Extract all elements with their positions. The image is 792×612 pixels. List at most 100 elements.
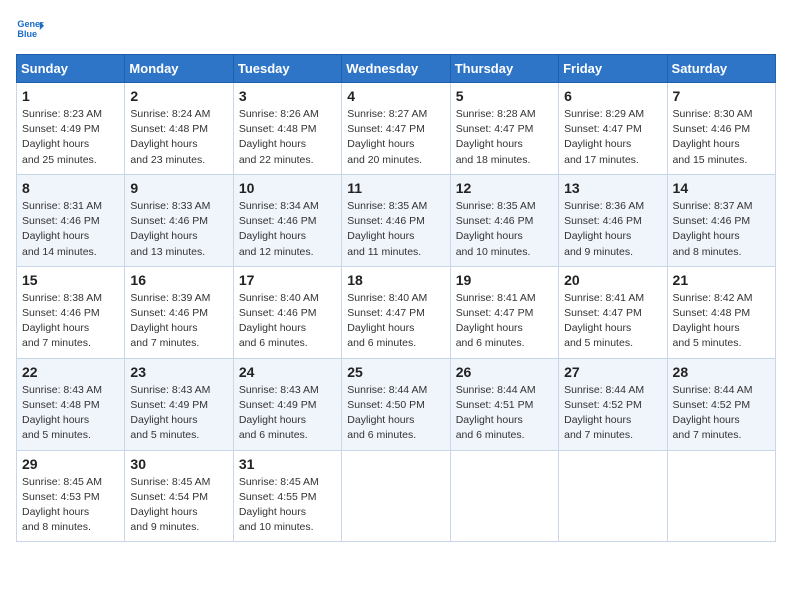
day-number: 24 [239,364,336,380]
calendar-cell: 30 Sunrise: 8:45 AMSunset: 4:54 PMDayligh… [125,450,233,542]
calendar-cell: 8 Sunrise: 8:31 AMSunset: 4:46 PMDaylight… [17,174,125,266]
day-number: 13 [564,180,661,196]
day-number: 30 [130,456,227,472]
day-number: 10 [239,180,336,196]
day-number: 5 [456,88,553,104]
calendar-table: SundayMondayTuesdayWednesdayThursdayFrid… [16,54,776,542]
calendar-cell: 10 Sunrise: 8:34 AMSunset: 4:46 PMDayligh… [233,174,341,266]
day-number: 16 [130,272,227,288]
day-number: 23 [130,364,227,380]
calendar-cell: 12 Sunrise: 8:35 AMSunset: 4:46 PMDayligh… [450,174,558,266]
day-info: Sunrise: 8:42 AMSunset: 4:48 PMDaylight … [673,291,770,352]
day-number: 11 [347,180,444,196]
day-info: Sunrise: 8:36 AMSunset: 4:46 PMDaylight … [564,199,661,260]
day-info: Sunrise: 8:27 AMSunset: 4:47 PMDaylight … [347,107,444,168]
day-number: 19 [456,272,553,288]
calendar-header-thursday: Thursday [450,55,558,83]
day-info: Sunrise: 8:28 AMSunset: 4:47 PMDaylight … [456,107,553,168]
calendar-cell: 7 Sunrise: 8:30 AMSunset: 4:46 PMDaylight… [667,83,775,175]
calendar-header-friday: Friday [559,55,667,83]
day-info: Sunrise: 8:41 AMSunset: 4:47 PMDaylight … [564,291,661,352]
day-info: Sunrise: 8:44 AMSunset: 4:52 PMDaylight … [564,383,661,444]
day-info: Sunrise: 8:45 AMSunset: 4:53 PMDaylight … [22,475,119,536]
calendar-header-tuesday: Tuesday [233,55,341,83]
day-number: 31 [239,456,336,472]
day-info: Sunrise: 8:35 AMSunset: 4:46 PMDaylight … [456,199,553,260]
calendar-cell: 29Sunrise: 8:45 AMSunset: 4:53 PMDayligh… [17,450,125,542]
day-number: 25 [347,364,444,380]
calendar-cell: 2Sunrise: 8:24 AMSunset: 4:48 PMDaylight… [125,83,233,175]
day-info: Sunrise: 8:26 AMSunset: 4:48 PMDaylight … [239,107,336,168]
logo-icon: General Blue [16,16,44,44]
day-number: 17 [239,272,336,288]
day-info: Sunrise: 8:38 AMSunset: 4:46 PMDaylight … [22,291,119,352]
calendar-cell: 26 Sunrise: 8:44 AMSunset: 4:51 PMDayligh… [450,358,558,450]
calendar-cell: 19 Sunrise: 8:41 AMSunset: 4:47 PMDayligh… [450,266,558,358]
day-info: Sunrise: 8:30 AMSunset: 4:46 PMDaylight … [673,107,770,168]
day-number: 9 [130,180,227,196]
day-info: Sunrise: 8:43 AMSunset: 4:48 PMDaylight … [22,383,119,444]
calendar-header-row: SundayMondayTuesdayWednesdayThursdayFrid… [17,55,776,83]
calendar-cell: 5 Sunrise: 8:28 AMSunset: 4:47 PMDaylight… [450,83,558,175]
calendar-cell: 21 Sunrise: 8:42 AMSunset: 4:48 PMDayligh… [667,266,775,358]
calendar-header-monday: Monday [125,55,233,83]
day-info: Sunrise: 8:37 AMSunset: 4:46 PMDaylight … [673,199,770,260]
day-info: Sunrise: 8:34 AMSunset: 4:46 PMDaylight … [239,199,336,260]
calendar-cell [450,450,558,542]
svg-text:Blue: Blue [17,29,37,39]
calendar-cell: 22Sunrise: 8:43 AMSunset: 4:48 PMDayligh… [17,358,125,450]
day-info: Sunrise: 8:44 AMSunset: 4:52 PMDaylight … [673,383,770,444]
calendar-cell: 24 Sunrise: 8:43 AMSunset: 4:49 PMDayligh… [233,358,341,450]
calendar-cell: 15 Sunrise: 8:38 AMSunset: 4:46 PMDayligh… [17,266,125,358]
calendar-cell: 3 Sunrise: 8:26 AMSunset: 4:48 PMDaylight… [233,83,341,175]
day-number: 1 [22,88,119,104]
calendar-week-row: 8 Sunrise: 8:31 AMSunset: 4:46 PMDaylight… [17,174,776,266]
day-info: Sunrise: 8:35 AMSunset: 4:46 PMDaylight … [347,199,444,260]
day-info: Sunrise: 8:41 AMSunset: 4:47 PMDaylight … [456,291,553,352]
page-header: General Blue [16,16,776,44]
calendar-cell: 27 Sunrise: 8:44 AMSunset: 4:52 PMDayligh… [559,358,667,450]
calendar-cell: 28Sunrise: 8:44 AMSunset: 4:52 PMDayligh… [667,358,775,450]
calendar-cell: 14 Sunrise: 8:37 AMSunset: 4:46 PMDayligh… [667,174,775,266]
day-number: 2 [130,88,227,104]
day-number: 21 [673,272,770,288]
day-info: Sunrise: 8:33 AMSunset: 4:46 PMDaylight … [130,199,227,260]
day-number: 14 [673,180,770,196]
day-info: Sunrise: 8:45 AMSunset: 4:54 PMDaylight … [130,475,227,536]
day-info: Sunrise: 8:31 AMSunset: 4:46 PMDaylight … [22,199,119,260]
calendar-cell: 11 Sunrise: 8:35 AMSunset: 4:46 PMDayligh… [342,174,450,266]
calendar-cell: 31 Sunrise: 8:45 AMSunset: 4:55 PMDayligh… [233,450,341,542]
calendar-cell: 20Sunrise: 8:41 AMSunset: 4:47 PMDayligh… [559,266,667,358]
calendar-header-sunday: Sunday [17,55,125,83]
calendar-week-row: 29Sunrise: 8:45 AMSunset: 4:53 PMDayligh… [17,450,776,542]
day-number: 8 [22,180,119,196]
day-number: 12 [456,180,553,196]
day-number: 15 [22,272,119,288]
day-number: 26 [456,364,553,380]
logo: General Blue [16,16,48,44]
day-info: Sunrise: 8:44 AMSunset: 4:51 PMDaylight … [456,383,553,444]
calendar-cell: 16Sunrise: 8:39 AMSunset: 4:46 PMDayligh… [125,266,233,358]
calendar-cell: 6Sunrise: 8:29 AMSunset: 4:47 PMDaylight… [559,83,667,175]
day-number: 3 [239,88,336,104]
day-number: 18 [347,272,444,288]
day-number: 4 [347,88,444,104]
day-info: Sunrise: 8:23 AMSunset: 4:49 PMDaylight … [22,107,119,168]
calendar-cell: 13 Sunrise: 8:36 AMSunset: 4:46 PMDayligh… [559,174,667,266]
calendar-week-row: 1 Sunrise: 8:23 AMSunset: 4:49 PMDaylight… [17,83,776,175]
day-number: 27 [564,364,661,380]
calendar-header-saturday: Saturday [667,55,775,83]
calendar-week-row: 15 Sunrise: 8:38 AMSunset: 4:46 PMDayligh… [17,266,776,358]
calendar-cell: 1 Sunrise: 8:23 AMSunset: 4:49 PMDaylight… [17,83,125,175]
calendar-cell: 9 Sunrise: 8:33 AMSunset: 4:46 PMDaylight… [125,174,233,266]
calendar-cell: 4 Sunrise: 8:27 AMSunset: 4:47 PMDaylight… [342,83,450,175]
day-info: Sunrise: 8:43 AMSunset: 4:49 PMDaylight … [239,383,336,444]
day-number: 7 [673,88,770,104]
calendar-header-wednesday: Wednesday [342,55,450,83]
day-info: Sunrise: 8:40 AMSunset: 4:47 PMDaylight … [347,291,444,352]
calendar-cell: 23Sunrise: 8:43 AMSunset: 4:49 PMDayligh… [125,358,233,450]
day-info: Sunrise: 8:29 AMSunset: 4:47 PMDaylight … [564,107,661,168]
day-info: Sunrise: 8:44 AMSunset: 4:50 PMDaylight … [347,383,444,444]
calendar-cell [667,450,775,542]
day-info: Sunrise: 8:45 AMSunset: 4:55 PMDaylight … [239,475,336,536]
